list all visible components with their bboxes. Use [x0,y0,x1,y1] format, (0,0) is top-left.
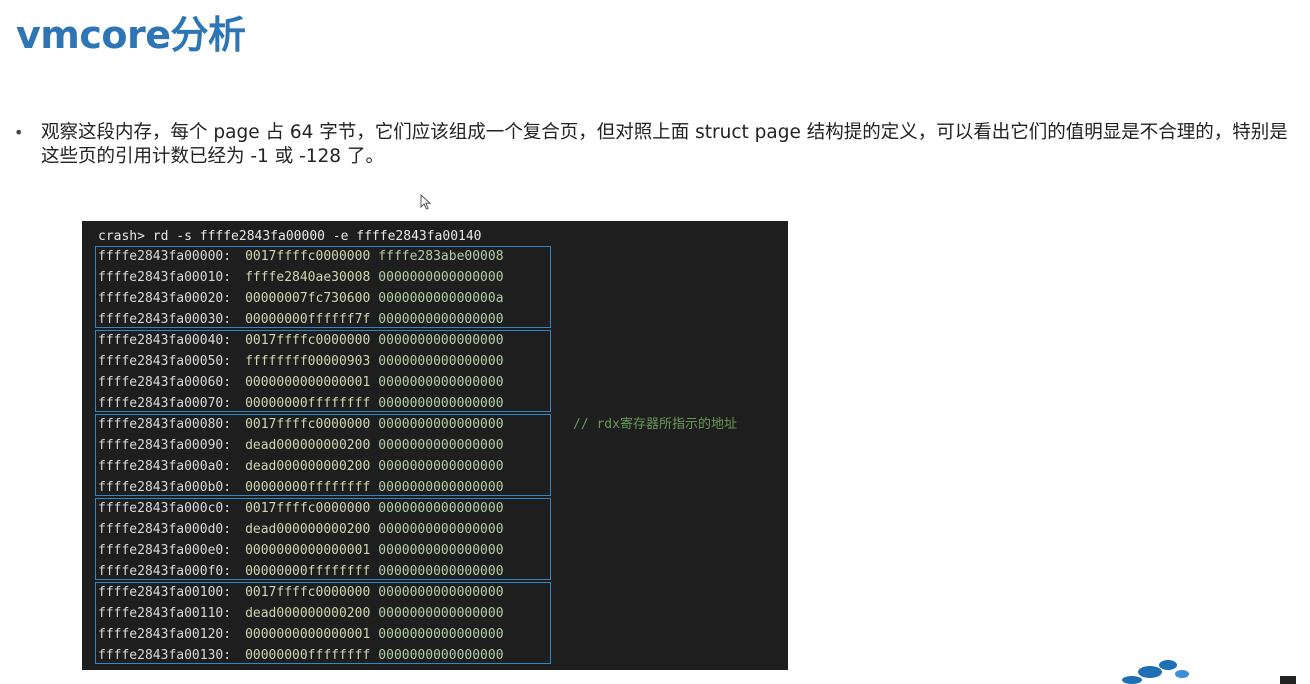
memory-row: ffffe2843fa00050: ffffffff00000903 0000000… [98,354,504,369]
memory-row: ffffe2843fa000f0: 00000000ffffffff 0000000… [98,564,504,579]
memory-row: ffffe2843fa00100: 0017ffffc0000000 0000000… [98,585,504,600]
memory-row: ffffe2843fa00090: dead000000000200 0000000… [98,438,504,453]
memory-row: ffffe2843fa000d0: dead000000000200 0000000… [98,522,504,537]
terminal-screenshot: crash> rd -s ffffe2843fa00000 -e ffffe28… [82,221,788,670]
memory-row: ffffe2843fa000e0: 0000000000000001 0000000… [98,543,504,558]
memory-row: ffffe2843fa00000: 0017ffffc0000000 ffffe28… [98,249,504,264]
memory-row: ffffe2843fa000a0: dead000000000200 0000000… [98,459,504,474]
bullet-text: 观察这段内存，每个 page 占 64 字节，它们应该组成一个复合页，但对照上面… [41,122,1288,167]
memory-row: ffffe2843fa00110: dead000000000200 0000000… [98,606,504,621]
memory-row: ffffe2843fa00130: 00000000ffffffff 0000000… [98,648,504,663]
slide-title: vmcore分析 [16,13,246,57]
memory-row: ffffe2843fa00060: 0000000000000001 0000000… [98,375,504,390]
memory-row: ffffe2843fa00010: ffffe2840ae30008 0000000… [98,270,504,285]
memory-row: ffffe2843fa00020: 00000007fc730600 0000000… [98,291,504,306]
memory-row: ffffe2843fa00070: 00000000ffffffff 0000000… [98,396,504,411]
brand-logo-icon [1122,660,1296,684]
memory-row: ffffe2843fa00120: 0000000000000001 0000000… [98,627,504,642]
command-line: crash> rd -s ffffe2843fa00000 -e ffffe28… [98,229,482,244]
memory-row: ffffe2843fa00030: 00000000ffffff7f 0000000… [98,312,504,327]
memory-row: ffffe2843fa000c0: 0017ffffc0000000 0000000… [98,501,504,516]
memory-row: ffffe2843fa000b0: 00000000ffffffff 0000000… [98,480,504,495]
bullet-dot: • [14,123,24,142]
rdx-comment: // rdx寄存器所指示的地址 [573,417,737,432]
mouse-pointer-icon [420,194,432,210]
memory-row: ffffe2843fa00040: 0017ffffc0000000 0000000… [98,333,504,348]
memory-row: ffffe2843fa00080: 0017ffffc0000000 0000000… [98,417,504,432]
